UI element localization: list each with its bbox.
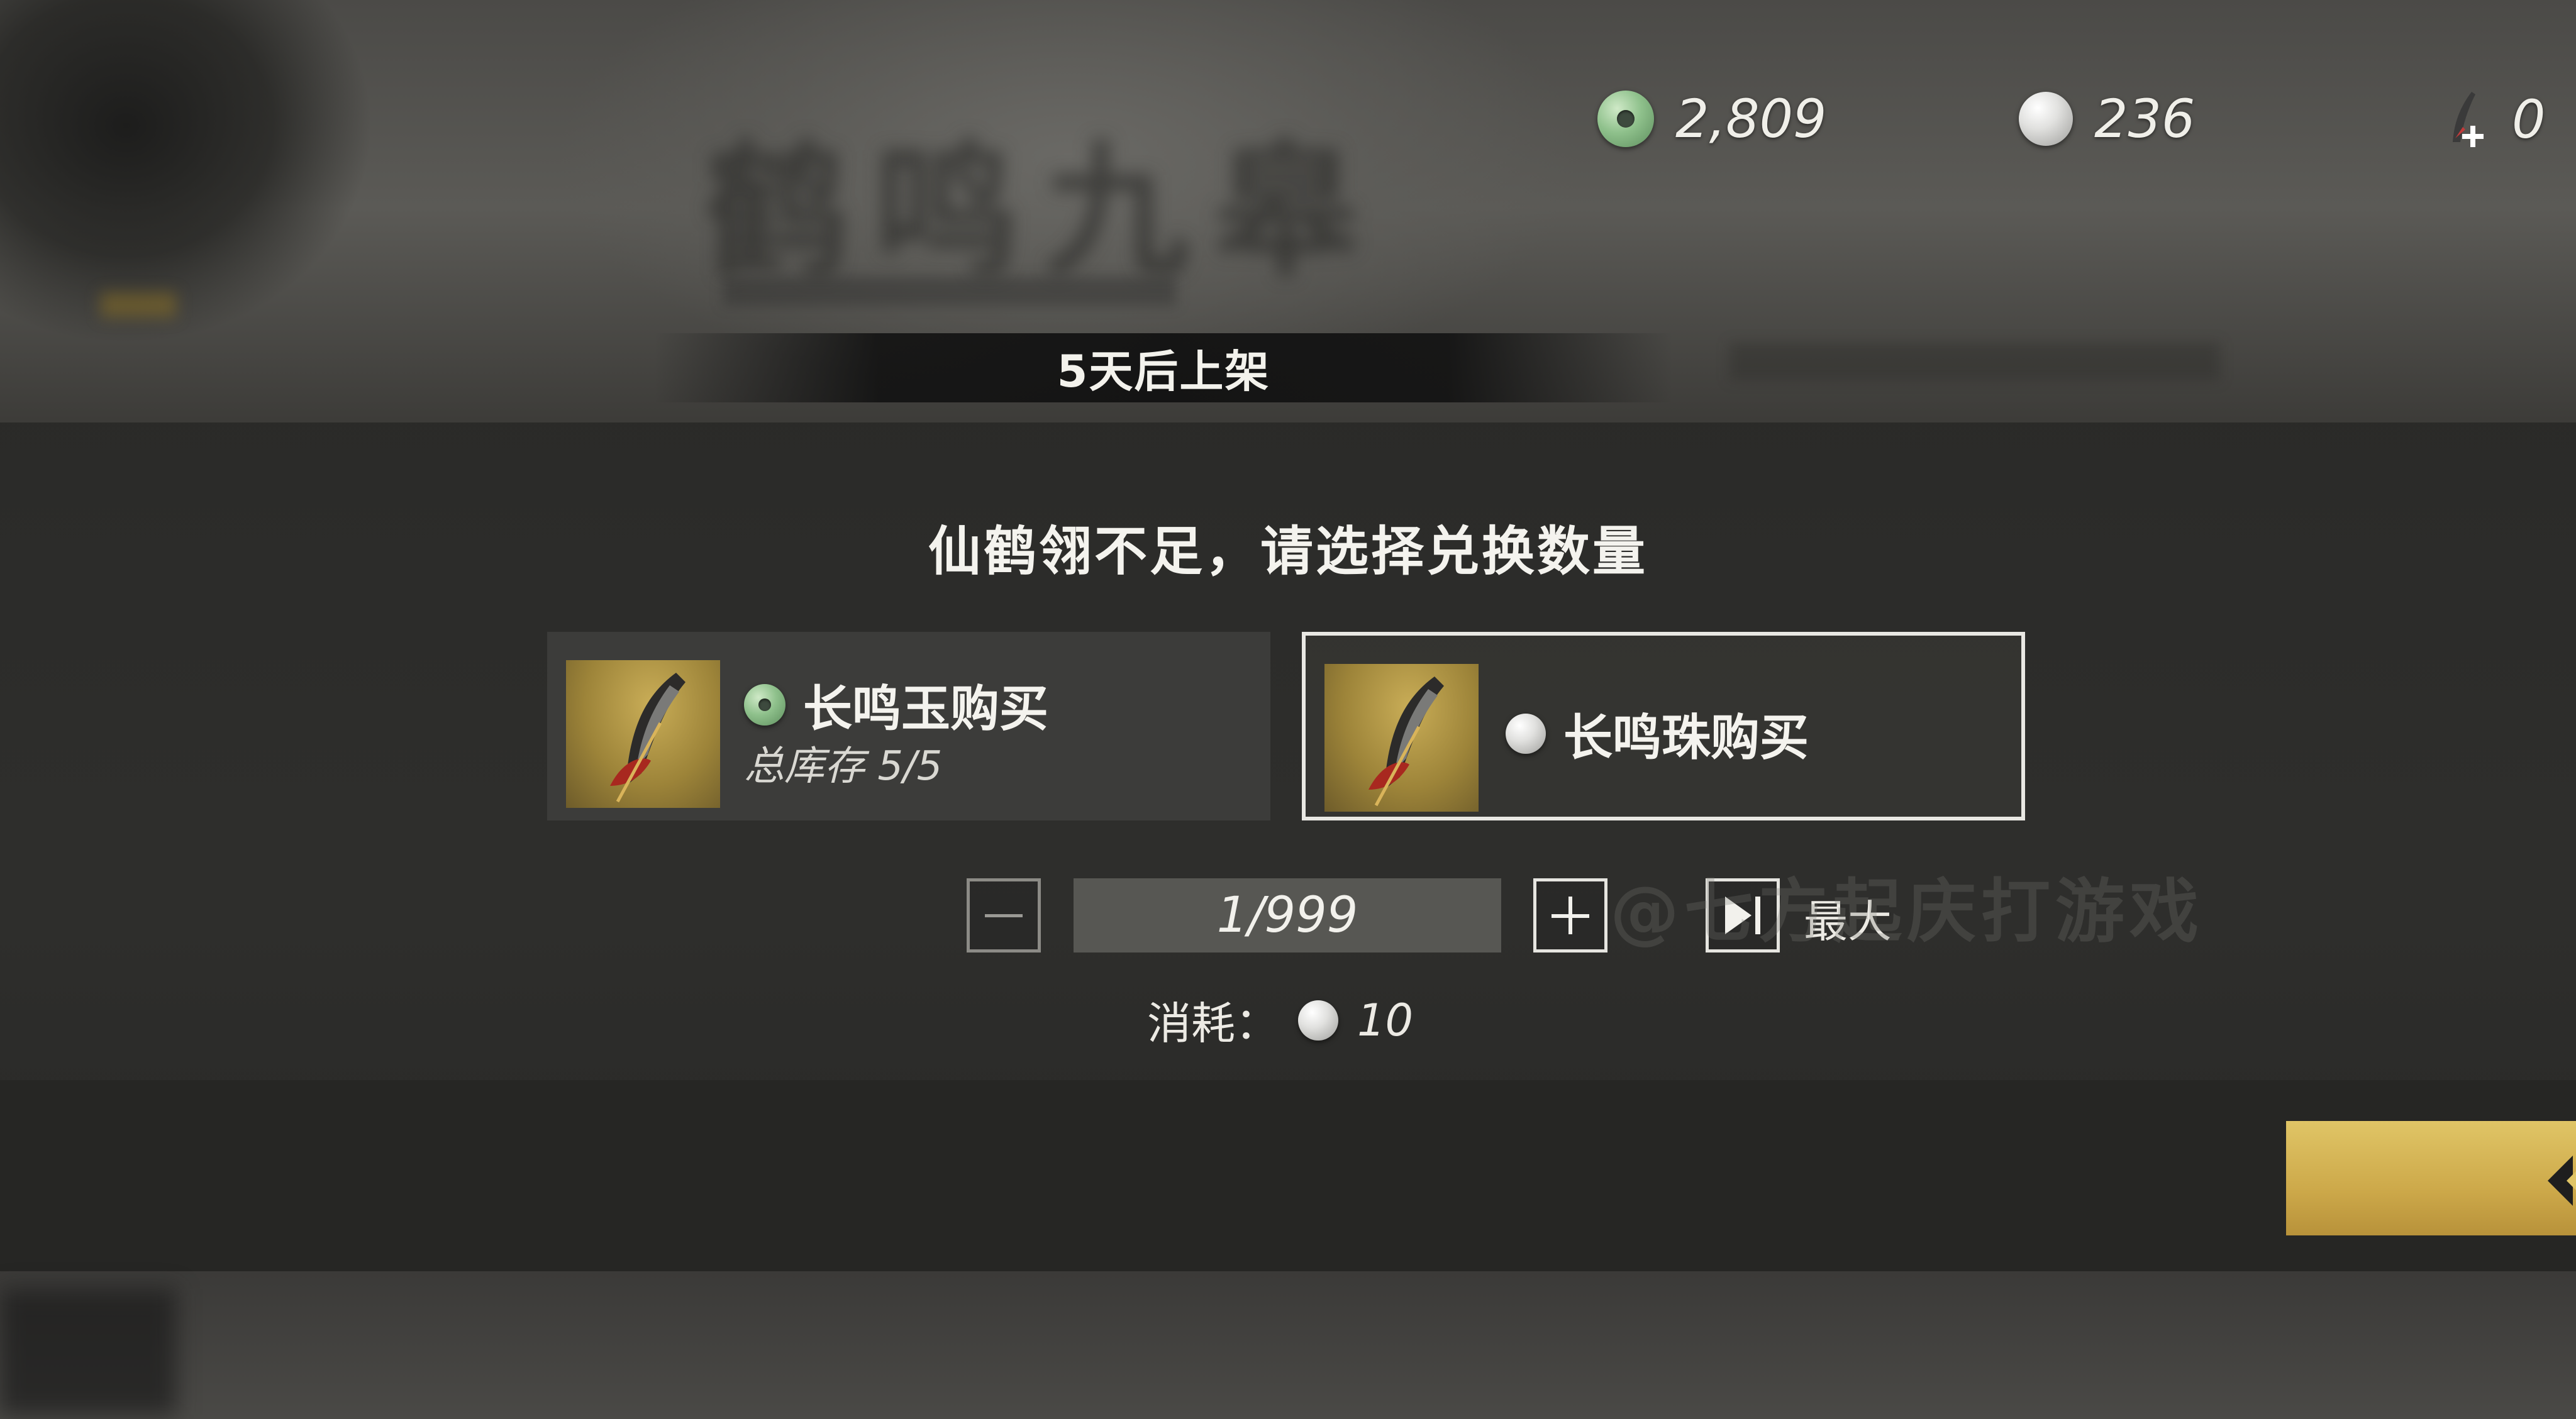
cost-value: 10 — [1357, 994, 1414, 1046]
background-blur-decor — [0, 1289, 176, 1415]
option-pearl-purchase[interactable]: 长鸣珠购买 — [1302, 632, 2025, 820]
pearl-amount: 236 — [2094, 88, 2196, 150]
background-blur-decor — [723, 277, 1176, 306]
diamond-icon — [2548, 1156, 2576, 1206]
stock-text: 总库存 5/5 — [744, 743, 943, 790]
feather-currency[interactable]: 0 — [2446, 88, 2545, 151]
jade-coin-icon — [744, 684, 786, 726]
background-blurred-title: 鹤鸣九皋 — [704, 128, 1384, 296]
option-jade-purchase[interactable]: 长鸣玉购买 总库存 5/5 — [547, 632, 1270, 820]
cost-label: 消耗： — [1147, 998, 1279, 1049]
jade-currency: 2,809 — [1597, 88, 1826, 150]
decrease-button[interactable] — [967, 878, 1041, 952]
increase-button[interactable] — [1533, 878, 1607, 952]
availability-banner: 5天后上架 — [654, 333, 1673, 402]
option-label: 长鸣玉购买 — [744, 670, 1048, 740]
crane-feather-icon — [1324, 664, 1479, 812]
crane-feather-plus-icon[interactable] — [2446, 88, 2490, 151]
pearl-icon — [2019, 92, 2073, 146]
jade-coin-icon — [1597, 91, 1654, 147]
dialog-footer — [0, 1080, 2576, 1271]
pearl-currency: 236 — [2019, 88, 2195, 150]
banner-text: 5天后上架 — [1057, 345, 1270, 397]
pearl-icon — [1298, 1000, 1338, 1041]
background-blur-decor — [101, 292, 176, 317]
feather-amount: 0 — [2512, 89, 2546, 150]
confirm-button[interactable] — [2286, 1121, 2576, 1235]
dialog-title: 仙鹤翎不足，请选择兑换数量 — [928, 521, 1648, 582]
watermark: @七方起庆打游戏 — [1610, 871, 2204, 952]
option-label-text: 长鸣玉购买 — [803, 681, 1049, 737]
jade-amount: 2,809 — [1675, 88, 1827, 150]
cost-row: 消耗： 10 — [1147, 988, 1413, 1052]
quantity-display[interactable]: 1/999 — [1074, 878, 1501, 952]
background-blur-decor — [1729, 343, 2220, 380]
background-bottom — [0, 1271, 2576, 1419]
pearl-icon — [1506, 714, 1546, 754]
option-label: 长鸣珠购买 — [1506, 698, 1809, 769]
option-label-text: 长鸣珠购买 — [1563, 710, 1809, 766]
crane-feather-icon — [566, 660, 720, 808]
